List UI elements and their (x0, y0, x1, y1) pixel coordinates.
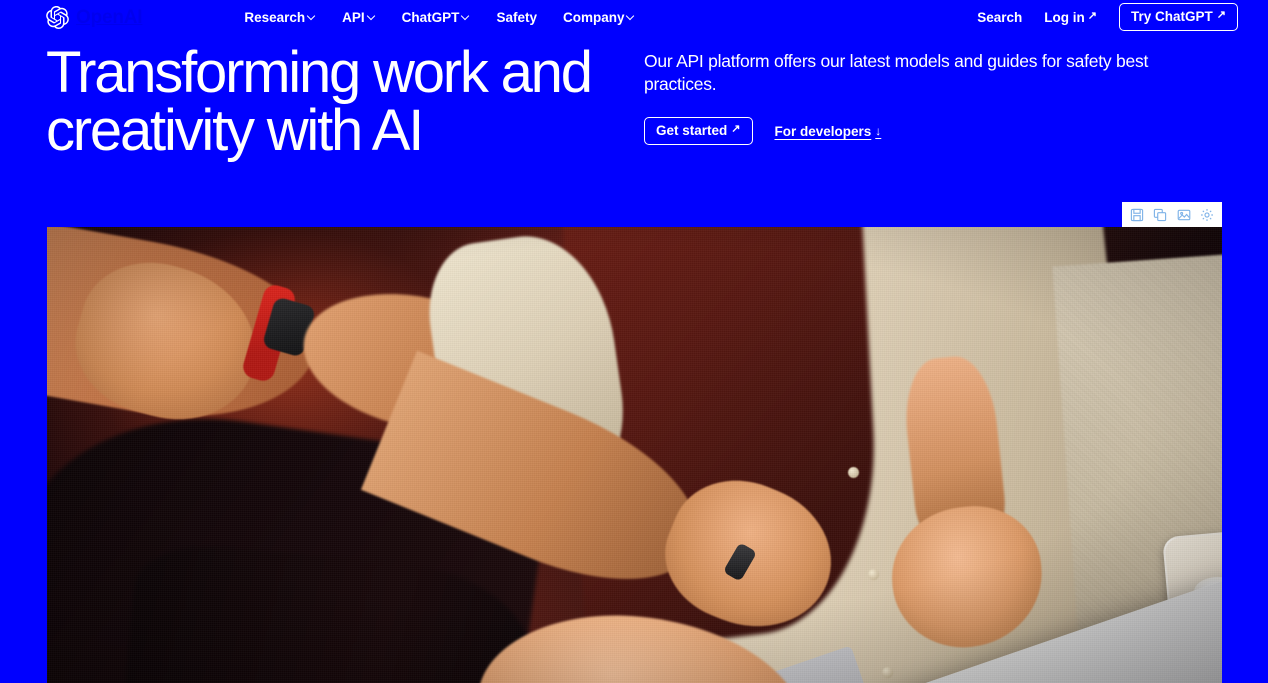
hero-subtitle: Our API platform offers our latest model… (644, 51, 1149, 95)
photo-shirt-button (882, 667, 893, 678)
hero-cta-group: Get started ↗ For developers ↓ (644, 117, 1222, 146)
get-started-label: Get started (656, 123, 728, 139)
photo-shirt-button (868, 569, 879, 580)
brand-name: OpenAI (76, 6, 143, 28)
get-started-button[interactable]: Get started ↗ (644, 117, 753, 146)
image-toolbar (1122, 202, 1222, 227)
page-title: Transforming work and creativity with AI (46, 40, 593, 163)
for-developers-label: For developers (774, 123, 872, 139)
arrow-up-right-icon: ↗ (1216, 9, 1226, 21)
try-chatgpt-button[interactable]: Try ChatGPT ↗ (1119, 3, 1238, 31)
for-developers-link[interactable]: For developers ↓ (775, 124, 882, 139)
nav-link-label: Research (244, 9, 306, 25)
nav-link-company[interactable]: Company (563, 10, 636, 25)
nav-link-label: Company (562, 9, 625, 25)
hero-image (47, 227, 1222, 683)
save-icon[interactable] (1128, 206, 1146, 224)
nav-link-research[interactable]: Research (244, 10, 316, 25)
chevron-down-icon (627, 12, 635, 20)
login-link[interactable]: Log in ↗ (1044, 10, 1097, 25)
photo-shirt-button (848, 467, 859, 478)
nav-link-label: API (342, 9, 365, 25)
search-label: Search (977, 9, 1023, 25)
hero-section: Transforming work and creativity with AI… (0, 42, 1268, 160)
settings-gear-icon[interactable] (1198, 206, 1216, 224)
openai-logo-icon (46, 5, 69, 29)
copy-icon[interactable] (1151, 206, 1169, 224)
nav-utility-links: Search Log in ↗ Try ChatGPT ↗ (977, 3, 1238, 31)
arrow-up-right-icon: ↗ (1087, 9, 1098, 22)
chevron-down-icon (368, 12, 376, 20)
search-link[interactable]: Search (977, 10, 1022, 25)
photo-illustration (47, 227, 1222, 683)
try-chatgpt-label: Try ChatGPT (1131, 9, 1213, 24)
arrow-up-right-icon: ↗ (731, 123, 741, 136)
nav-link-label: Safety (496, 9, 537, 25)
nav-link-safety[interactable]: Safety (496, 10, 537, 25)
nav-link-api[interactable]: API (342, 10, 376, 25)
login-label: Log in (1044, 9, 1085, 25)
chevron-down-icon (462, 12, 470, 20)
arrow-down-icon: ↓ (875, 124, 882, 139)
hero-description-block: Our API platform offers our latest model… (626, 42, 1222, 160)
primary-nav-links: Research API ChatGPT Safety Company (244, 10, 635, 25)
chevron-down-icon (308, 12, 316, 20)
nav-link-chatgpt[interactable]: ChatGPT (402, 10, 471, 25)
nav-link-label: ChatGPT (401, 9, 460, 25)
image-icon[interactable] (1175, 206, 1193, 224)
brand-home-link[interactable]: OpenAI (46, 5, 143, 29)
top-navigation-bar: OpenAI Research API ChatGPT Safety Compa… (0, 0, 1268, 34)
